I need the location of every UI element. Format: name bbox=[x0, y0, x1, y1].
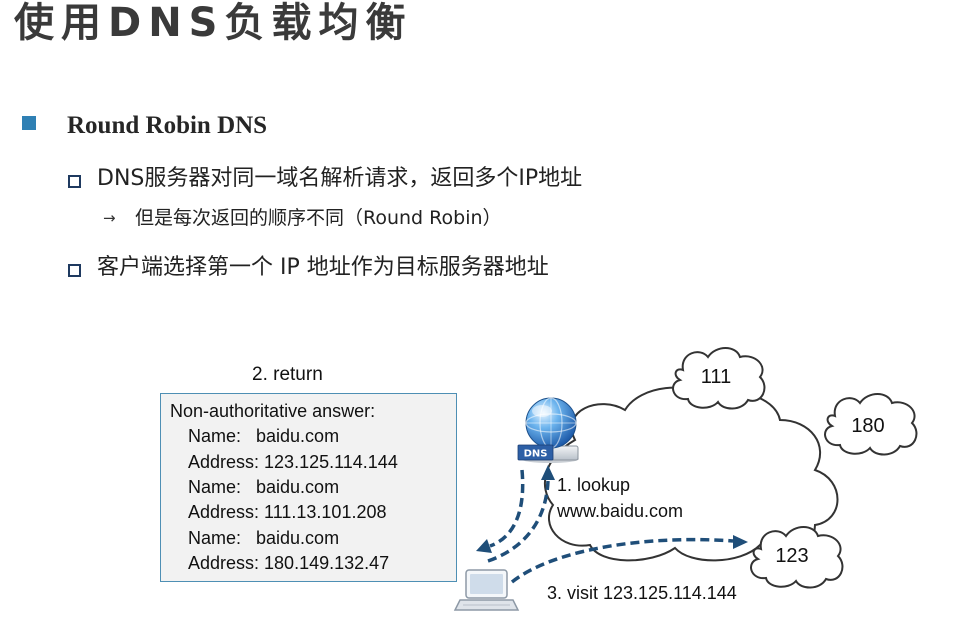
cloud-123: 123 bbox=[750, 526, 844, 589]
dns-diagram: 111 180 123 DNS bbox=[453, 347, 918, 611]
answer-header: Non-authoritative answer: bbox=[170, 401, 376, 421]
round-robin-heading: Round Robin DNS bbox=[67, 112, 268, 139]
answer-line: Address: 123.125.114.144 bbox=[188, 452, 398, 472]
answer-line: Address: 180.149.132.47 bbox=[188, 553, 390, 573]
visit-label: 3. visit 123.125.114.144 bbox=[547, 583, 737, 603]
slide: 111 180 123 DNS 使用DNS负载均衡 Round Robin DN… bbox=[0, 0, 956, 628]
globe-icon: DNS bbox=[517, 397, 579, 463]
slide-title: 使用DNS负载均衡 bbox=[14, 0, 413, 46]
hollow-square-icon bbox=[68, 175, 81, 188]
filled-square-icon bbox=[22, 116, 36, 130]
dns-tag-label: DNS bbox=[524, 449, 548, 460]
bullet-item-text: 客户端选择第一个 IP 地址作为目标服务器地址 bbox=[97, 255, 549, 280]
lookup-arrow bbox=[487, 465, 555, 563]
dns-answer-box: Non-authoritative answer: Name: baidu.co… bbox=[160, 393, 457, 582]
return-arrow bbox=[476, 469, 525, 553]
cloud-label: 111 bbox=[701, 366, 731, 388]
answer-line: Name: baidu.com bbox=[188, 477, 340, 497]
answer-line: Name: baidu.com bbox=[188, 426, 340, 446]
bullet-item-text: DNS服务器对同一域名解析请求，返回多个IP地址 bbox=[97, 166, 583, 191]
dns-tag: DNS bbox=[517, 444, 554, 461]
arrow-bullet-icon: → bbox=[103, 209, 116, 227]
sub-bullet-text: 但是每次返回的顺序不同（Round Robin） bbox=[135, 207, 502, 229]
lookup-label: 1. lookup bbox=[557, 475, 631, 495]
return-label: 2. return bbox=[252, 364, 323, 385]
cloud-label: 123 bbox=[775, 545, 808, 567]
cloud-111: 111 bbox=[672, 347, 766, 410]
cloud-label: 180 bbox=[851, 415, 884, 437]
hollow-square-icon bbox=[68, 264, 81, 277]
lookup-domain-label: www.baidu.com bbox=[557, 501, 684, 521]
laptop-icon bbox=[453, 569, 520, 611]
answer-line: Name: baidu.com bbox=[188, 528, 340, 548]
cloud-180: 180 bbox=[824, 393, 918, 456]
answer-line: Address: 111.13.101.208 bbox=[188, 502, 387, 522]
